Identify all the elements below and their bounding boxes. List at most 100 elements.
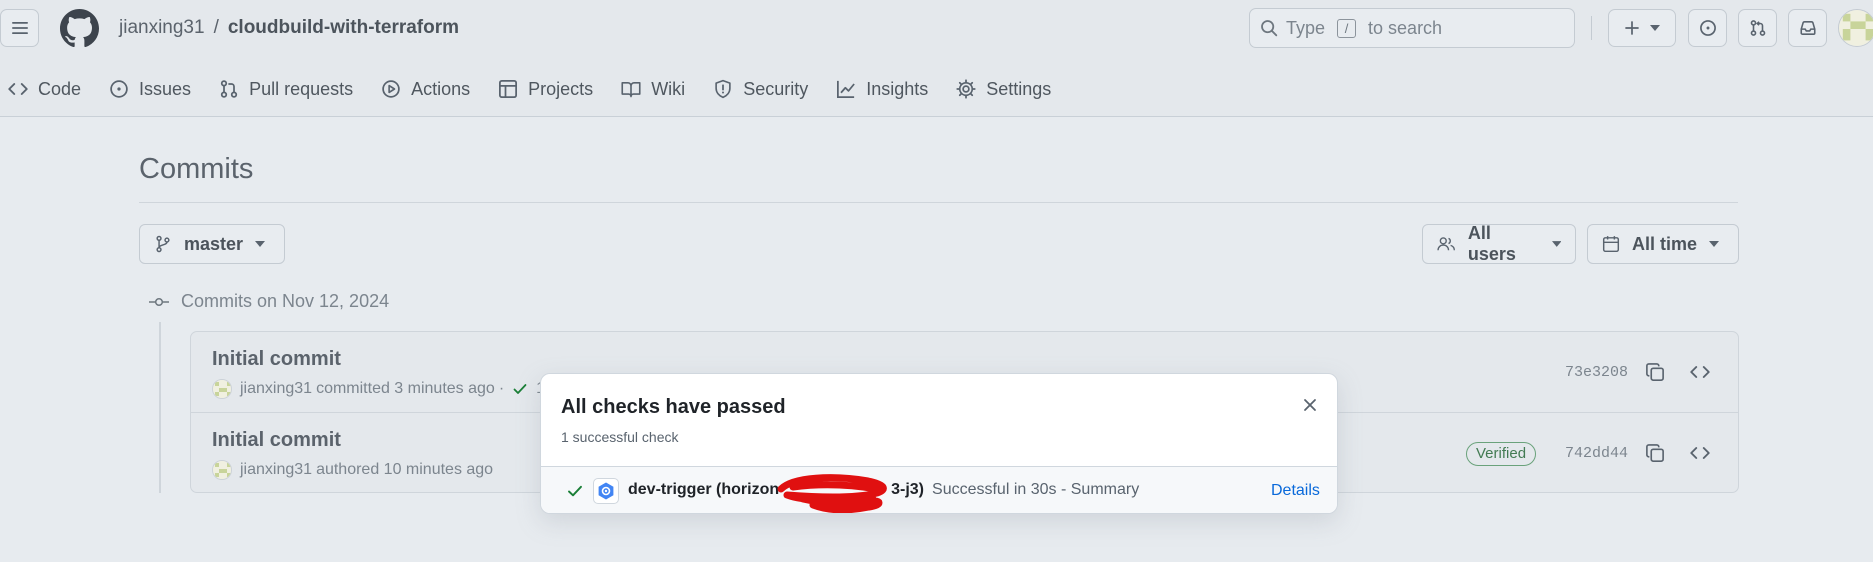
tab-security-label: Security: [743, 78, 809, 99]
github-logo-icon[interactable]: [60, 9, 99, 48]
pull-requests-button[interactable]: [1738, 9, 1777, 47]
git-commit-icon: [149, 297, 169, 306]
search-input[interactable]: Type / to search: [1249, 8, 1575, 48]
check-name-end: 3-j3): [891, 481, 925, 498]
repo-nav: Code Issues Pull requests Actions Projec…: [0, 72, 1071, 106]
commit-meta: jianxing31 authored 10 minutes ago: [212, 460, 493, 480]
breadcrumb-separator: /: [213, 17, 219, 38]
caret-down-icon: [1709, 241, 1720, 247]
user-avatar[interactable]: [1838, 9, 1873, 47]
tab-wiki-label: Wiki: [651, 78, 686, 99]
close-icon: [1304, 399, 1316, 411]
issue-opened-icon: [1699, 20, 1716, 36]
code-icon: [8, 83, 28, 95]
commit-meta: jianxing31 committed 3 minutes ago · 1 /: [212, 379, 554, 399]
check-run-row: dev-trigger (horizon 3-j3) Successful in …: [541, 466, 1337, 513]
browse-files-button[interactable]: [1687, 440, 1713, 466]
tab-wiki[interactable]: Wiki: [613, 72, 693, 106]
author-name-link[interactable]: jianxing31: [240, 461, 312, 479]
tab-code-label: Code: [38, 78, 82, 99]
browse-files-button[interactable]: [1687, 359, 1713, 385]
pull-request-icon: [220, 80, 238, 98]
checks-popover: All checks have passed 1 successful chec…: [540, 373, 1338, 514]
commit-sha-link[interactable]: 742dd44: [1565, 445, 1628, 462]
repo-header: jianxing31 / cloudbuild-with-terraform T…: [0, 0, 1873, 117]
page-title: Commits: [139, 153, 254, 185]
code-icon: [1690, 366, 1710, 378]
tab-issues-label: Issues: [139, 78, 192, 99]
commit-sha-link[interactable]: 73e3208: [1565, 364, 1628, 381]
inbox-icon: [1799, 21, 1816, 35]
hamburger-menu-button[interactable]: [0, 9, 39, 47]
search-icon: [1261, 20, 1278, 37]
identicon-icon: [213, 461, 231, 479]
commit-title-link[interactable]: Initial commit: [212, 348, 341, 371]
check-name-start: dev-trigger (horizon: [628, 481, 780, 498]
create-new-button[interactable]: [1608, 9, 1676, 47]
calendar-icon: [1602, 236, 1620, 253]
caret-down-icon: [1650, 25, 1660, 31]
copy-icon: [1646, 444, 1664, 462]
close-button[interactable]: [1299, 394, 1321, 416]
commit-title-link[interactable]: Initial commit: [212, 429, 341, 452]
inbox-button[interactable]: [1788, 9, 1827, 47]
people-icon: [1437, 237, 1455, 251]
tab-issues[interactable]: Issues: [101, 72, 199, 106]
users-filter-button[interactable]: All users: [1422, 223, 1576, 264]
time-filter-button[interactable]: All time: [1587, 224, 1739, 264]
users-filter-label: All users: [1467, 223, 1516, 264]
commit-action-text: authored 10 minutes ago: [316, 461, 494, 478]
play-icon: [382, 80, 400, 98]
shield-icon: [715, 79, 731, 99]
git-branch-icon: [156, 235, 170, 253]
code-icon: [1690, 447, 1710, 459]
author-name-link[interactable]: jianxing31: [240, 380, 312, 398]
tab-code[interactable]: Code: [0, 72, 89, 106]
book-icon: [621, 81, 641, 98]
search-shortcut-key: /: [1337, 18, 1357, 38]
tab-actions-label: Actions: [411, 78, 471, 99]
tab-actions[interactable]: Actions: [373, 72, 478, 106]
search-placeholder-suffix: to search: [1368, 17, 1443, 38]
table-icon: [499, 80, 518, 98]
commit-action-text: committed 3 minutes ago: [316, 380, 495, 397]
commit-group-date: Commits on Nov 12, 2024: [181, 291, 390, 311]
graph-icon: [837, 80, 856, 98]
repo-name-link[interactable]: cloudbuild-with-terraform: [228, 17, 459, 39]
search-placeholder-prefix: Type: [1286, 17, 1326, 38]
verified-badge[interactable]: Verified: [1466, 442, 1537, 466]
author-avatar[interactable]: [212, 379, 232, 399]
tab-pull-requests[interactable]: Pull requests: [211, 72, 361, 106]
details-link[interactable]: Details: [1271, 482, 1320, 500]
meta-separator: ·: [498, 380, 505, 397]
identicon-icon: [1839, 10, 1873, 46]
git-pull-request-icon: [1750, 20, 1765, 36]
breadcrumb: jianxing31 / cloudbuild-with-terraform: [119, 17, 459, 39]
tab-projects-label: Projects: [528, 78, 594, 99]
tab-projects[interactable]: Projects: [490, 72, 601, 106]
header-divider: [1591, 16, 1592, 40]
tab-insights-label: Insights: [866, 78, 929, 99]
identicon-icon: [213, 380, 231, 398]
branch-select-button[interactable]: master: [139, 224, 285, 264]
title-divider: [139, 202, 1738, 203]
repo-owner-link[interactable]: jianxing31: [119, 17, 205, 39]
copy-sha-button[interactable]: [1642, 359, 1668, 385]
tab-pull-requests-label: Pull requests: [249, 78, 354, 99]
issues-button[interactable]: [1688, 9, 1727, 47]
branch-name: master: [184, 233, 244, 254]
copy-sha-button[interactable]: [1642, 440, 1668, 466]
cloud-build-icon: [593, 478, 619, 504]
time-filter-label: All time: [1632, 233, 1698, 254]
gear-icon: [956, 79, 976, 99]
tab-insights[interactable]: Insights: [828, 72, 936, 106]
plus-icon: [1625, 21, 1639, 35]
check-status: Successful in 30s - Summary: [932, 481, 1140, 498]
popover-subtitle: 1 successful check: [561, 429, 679, 445]
author-avatar[interactable]: [212, 460, 232, 480]
commit-group-header: Commits on Nov 12, 2024: [149, 291, 389, 312]
issue-icon: [110, 80, 128, 98]
tab-settings[interactable]: Settings: [948, 72, 1059, 106]
tab-security[interactable]: Security: [705, 72, 816, 106]
check-icon[interactable]: [512, 381, 528, 397]
